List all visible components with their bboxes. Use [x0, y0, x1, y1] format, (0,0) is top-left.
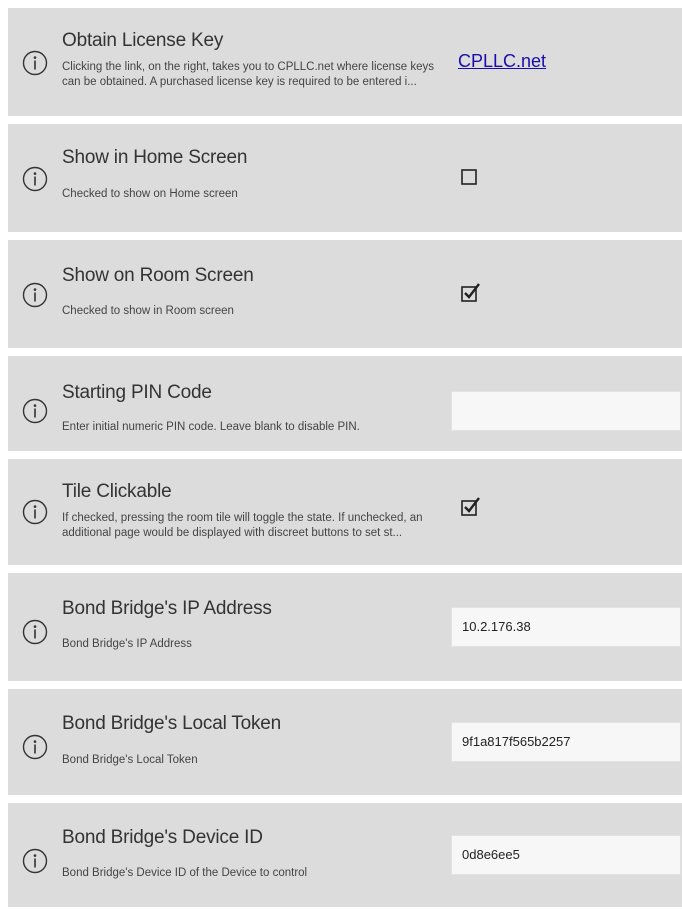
- setting-description: Enter initial numeric PIN code. Leave bl…: [62, 421, 360, 433]
- setting-row-local-token: Bond Bridge's Local Token Bond Bridge's …: [8, 689, 682, 795]
- setting-description: Bond Bridge's Local Token: [62, 754, 198, 766]
- info-icon[interactable]: [22, 734, 48, 760]
- setting-title: Bond Bridge's IP Address: [62, 598, 272, 619]
- local-token-input[interactable]: 9f1a817f565b2257: [451, 722, 681, 762]
- setting-description: Clicking the link, on the right, takes y…: [62, 61, 435, 88]
- setting-title: Starting PIN Code: [62, 382, 212, 403]
- info-icon[interactable]: [22, 282, 48, 308]
- setting-row-home-screen: Show in Home Screen Checked to show on H…: [8, 124, 682, 232]
- setting-description: Bond Bridge's IP Address: [62, 638, 192, 650]
- setting-title: Show on Room Screen: [62, 265, 254, 286]
- info-icon[interactable]: [22, 499, 48, 525]
- setting-title: Bond Bridge's Device ID: [62, 827, 263, 848]
- show-in-home-checkbox[interactable]: [459, 167, 481, 189]
- info-icon[interactable]: [22, 619, 48, 645]
- tile-clickable-checkbox[interactable]: [459, 496, 481, 518]
- setting-row-pin-code: Starting PIN Code Enter initial numeric …: [8, 356, 682, 451]
- setting-title: Tile Clickable: [62, 481, 172, 502]
- setting-row-license: Obtain License Key Clicking the link, on…: [8, 8, 682, 116]
- setting-description: Bond Bridge's Device ID of the Device to…: [62, 867, 308, 879]
- setting-row-room-screen: Show on Room Screen Checked to show in R…: [8, 240, 682, 348]
- info-icon[interactable]: [22, 50, 48, 76]
- pin-code-input[interactable]: [451, 391, 681, 431]
- setting-title: Obtain License Key: [62, 30, 224, 51]
- license-link[interactable]: CPLLC.net: [458, 51, 546, 72]
- setting-row-tile-clickable: Tile Clickable If checked, pressing the …: [8, 459, 682, 565]
- setting-description: If checked, pressing the room tile will …: [62, 512, 423, 539]
- info-icon[interactable]: [22, 848, 48, 874]
- setting-title: Bond Bridge's Local Token: [62, 713, 282, 734]
- ip-address-input[interactable]: 10.2.176.38: [451, 607, 681, 647]
- setting-row-device-id: Bond Bridge's Device ID Bond Bridge's De…: [8, 803, 682, 907]
- info-icon[interactable]: [22, 166, 48, 192]
- setting-description: Checked to show on Home screen: [62, 188, 238, 200]
- setting-title: Show in Home Screen: [62, 147, 248, 168]
- device-id-input[interactable]: 0d8e6ee5: [451, 835, 681, 875]
- setting-row-ip-address: Bond Bridge's IP Address Bond Bridge's I…: [8, 573, 682, 681]
- info-icon[interactable]: [22, 398, 48, 424]
- setting-description: Checked to show in Room screen: [62, 305, 234, 317]
- show-on-room-checkbox[interactable]: [459, 282, 481, 304]
